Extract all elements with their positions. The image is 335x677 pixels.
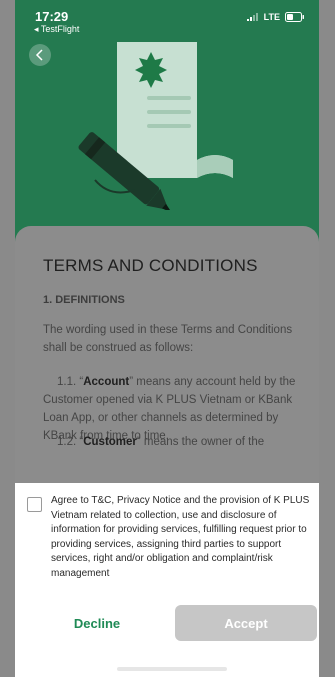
page-title: TERMS AND CONDITIONS: [43, 256, 258, 275]
item-2-term: Customer: [83, 436, 137, 448]
consent-footer: Agree to T&C, Privacy Notice and the pro…: [15, 483, 319, 677]
terms-item-2: 1.2. “Customer” means the owner of the: [43, 433, 305, 451]
item-1-prefix: 1.1. “: [57, 376, 84, 388]
back-button[interactable]: [29, 44, 51, 66]
section-heading: 1. DEFINITIONS: [43, 294, 125, 306]
consent-text: Agree to T&C, Privacy Notice and the pro…: [51, 495, 310, 579]
battery-icon: [285, 12, 304, 22]
accept-button[interactable]: Accept: [175, 605, 317, 641]
phone-screen: 17:29 ◂ TestFlight LTE TERMS AND CONDITI…: [15, 0, 319, 677]
terms-intro: The wording used in these Terms and Cond…: [43, 324, 293, 354]
status-time: 17:29: [35, 9, 69, 24]
item-1-term: Account: [83, 376, 130, 388]
hero-banner: 17:29 ◂ TestFlight LTE: [15, 0, 319, 240]
home-indicator: [117, 667, 227, 671]
chevron-left-icon: [35, 49, 43, 61]
decline-button[interactable]: Decline: [27, 605, 167, 641]
status-indicators: LTE: [246, 12, 305, 22]
signal-icon: [246, 13, 258, 21]
consent-checkbox[interactable]: [27, 497, 42, 512]
item-2-prefix: 1.2. “: [57, 436, 84, 448]
document-pen-illustration: [78, 42, 233, 210]
network-label: LTE: [263, 12, 280, 22]
item-2-text: ” means the owner of the: [136, 436, 265, 448]
